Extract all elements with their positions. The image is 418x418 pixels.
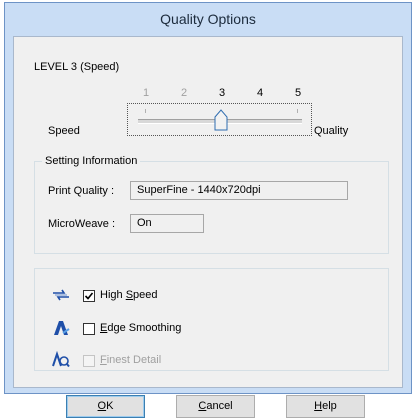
quality-options-dialog: Quality Options LEVEL 3 (Speed) 1 2 3 4 … xyxy=(4,2,412,418)
finest-detail-label[interactable]: Finest Detail xyxy=(100,354,161,366)
setting-information-title: Setting Information xyxy=(42,155,141,167)
print-quality-label: Print Quality : xyxy=(48,185,115,197)
finest-detail-icon xyxy=(52,350,70,369)
quality-slider-thumb[interactable] xyxy=(214,109,228,131)
edge-smoothing-checkbox[interactable] xyxy=(83,323,95,335)
high-speed-label[interactable]: High Speed xyxy=(100,289,158,301)
finest-detail-checkbox[interactable] xyxy=(83,355,95,367)
setting-information-group xyxy=(34,161,389,254)
cancel-button[interactable]: Cancel xyxy=(176,395,255,418)
slider-tick-label: 3 xyxy=(218,87,226,99)
microweave-field: On xyxy=(130,214,204,233)
dialog-title: Quality Options xyxy=(160,11,256,27)
dialog-client-area: LEVEL 3 (Speed) 1 2 3 4 5 Speed Quality … xyxy=(13,36,403,418)
help-button[interactable]: Help xyxy=(286,395,365,418)
level-label: LEVEL 3 (Speed) xyxy=(34,61,120,73)
slider-tick-mark xyxy=(145,109,146,113)
print-quality-field: SuperFine - 1440x720dpi xyxy=(130,181,348,200)
high-speed-icon xyxy=(52,288,70,302)
slider-tick-label: 5 xyxy=(294,87,302,99)
edge-smoothing-icon xyxy=(52,319,70,337)
microweave-label: MicroWeave : xyxy=(48,218,116,230)
slider-tick-mark xyxy=(297,109,298,113)
edge-smoothing-label[interactable]: Edge Smoothing xyxy=(100,322,181,334)
slider-tick-label: 2 xyxy=(180,87,188,99)
slider-tick-label: 1 xyxy=(142,87,150,99)
ok-button[interactable]: OK xyxy=(66,395,145,418)
slider-min-label: Speed xyxy=(48,125,80,137)
slider-max-label: Quality xyxy=(314,125,349,137)
slider-tick-label: 4 xyxy=(256,87,264,99)
high-speed-checkbox[interactable] xyxy=(83,290,95,302)
